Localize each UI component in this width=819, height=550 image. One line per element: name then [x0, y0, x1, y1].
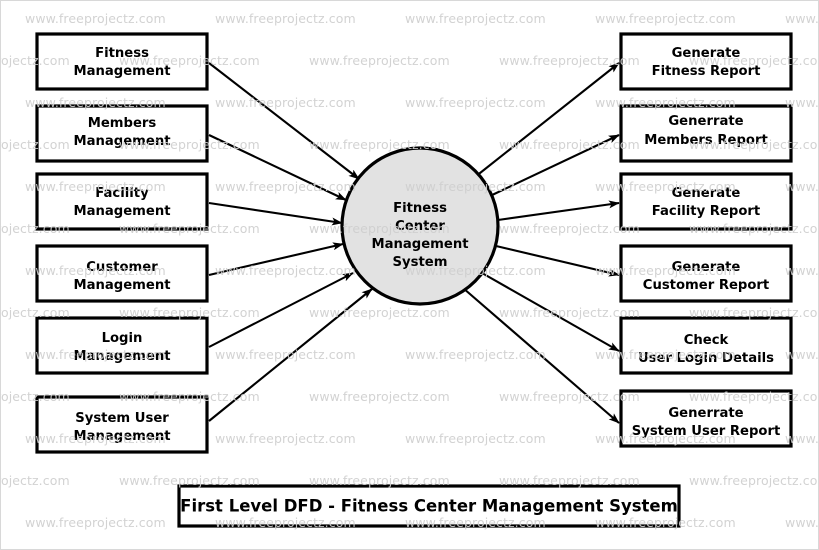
- entity-generate-customer-report[interactable]: Generate Customer Report: [619, 244, 793, 303]
- flow-line-login-management: [208, 272, 354, 348]
- entity-label-line: System User Report: [632, 424, 781, 439]
- flow-line-system-user-management: [208, 288, 373, 422]
- entity-label-line: Generrate: [668, 406, 743, 421]
- process-label-line: Fitness: [393, 201, 447, 216]
- entity-label-line: Facility: [95, 186, 149, 201]
- process-label-line: Center: [395, 219, 445, 234]
- process-fitness-center-management-system[interactable]: Fitness Center Management System: [340, 146, 500, 306]
- entity-generrate-members-report[interactable]: Generrate Members Report: [619, 104, 793, 163]
- entity-generate-fitness-report[interactable]: Generate Fitness Report: [619, 32, 793, 91]
- caption-text: First Level DFD - Fitness Center Managem…: [180, 497, 678, 516]
- entity-system-user-management[interactable]: System User Management: [35, 395, 209, 454]
- entity-label-line: Facility Report: [652, 204, 760, 219]
- entity-label-line: Check: [684, 333, 730, 348]
- entity-label-line: Management: [73, 134, 170, 149]
- entity-label-line: Management: [73, 349, 170, 364]
- flow-line-generrate-members-report: [489, 134, 620, 197]
- entity-fitness-management[interactable]: Fitness Management: [35, 32, 209, 91]
- entity-label-line: Management: [73, 278, 170, 293]
- entity-label-line: Generrate: [668, 114, 743, 129]
- process-label-line: Management: [371, 237, 468, 252]
- entity-generate-facility-report[interactable]: Generate Facility Report: [619, 172, 793, 231]
- flow-line-generrate-system-user-report: [462, 287, 620, 424]
- dfd-svg: Fitness Management Members Management Fa…: [35, 32, 793, 528]
- entity-label-line: Members: [88, 116, 157, 131]
- flow-line-generate-fitness-report: [474, 62, 620, 178]
- entity-label-line: Generate: [672, 186, 741, 201]
- entity-label-line: Generate: [672, 260, 741, 275]
- entity-generrate-system-user-report[interactable]: Generrate System User Report: [619, 389, 793, 448]
- flow-line-members-management: [208, 134, 347, 201]
- entity-label-line: Customer: [86, 260, 158, 275]
- entity-label-line: Generate: [672, 46, 741, 61]
- process-label-line: System: [393, 255, 448, 270]
- entity-customer-management[interactable]: Customer Management: [35, 244, 209, 303]
- entity-label-line: Fitness Report: [652, 64, 761, 79]
- entity-label-line: Management: [73, 429, 170, 444]
- entity-facility-management[interactable]: Facility Management: [35, 172, 209, 231]
- flow-line-check-user-login-details: [481, 272, 620, 352]
- entity-label-line: System User: [75, 411, 169, 426]
- flow-line-customer-management: [208, 242, 344, 277]
- flow-line-fitness-management: [208, 62, 360, 180]
- entity-label-line: Customer Report: [643, 278, 769, 293]
- dfd-diagram-canvas: Fitness Management Members Management Fa…: [0, 0, 819, 550]
- flow-line-generate-customer-report: [495, 244, 620, 277]
- entity-label-line: Management: [73, 204, 170, 219]
- entity-check-user-login-details[interactable]: Check User Login Details: [619, 316, 793, 375]
- entity-label-line: Members Report: [644, 133, 768, 148]
- flow-line-generate-facility-report: [497, 200, 620, 222]
- input-entities: Fitness Management Members Management Fa…: [35, 32, 209, 454]
- entity-members-management[interactable]: Members Management: [35, 104, 209, 163]
- entity-label-line: Management: [73, 64, 170, 79]
- flow-line-facility-management: [208, 201, 343, 226]
- entity-label-line: Login: [102, 331, 143, 346]
- output-entities: Generate Fitness Report Generrate Member…: [619, 32, 793, 448]
- diagram-caption: First Level DFD - Fitness Center Managem…: [177, 484, 681, 528]
- entity-login-management[interactable]: Login Management: [35, 316, 209, 375]
- entity-label-line: Fitness: [95, 46, 149, 61]
- entity-label-line: User Login Details: [638, 351, 774, 366]
